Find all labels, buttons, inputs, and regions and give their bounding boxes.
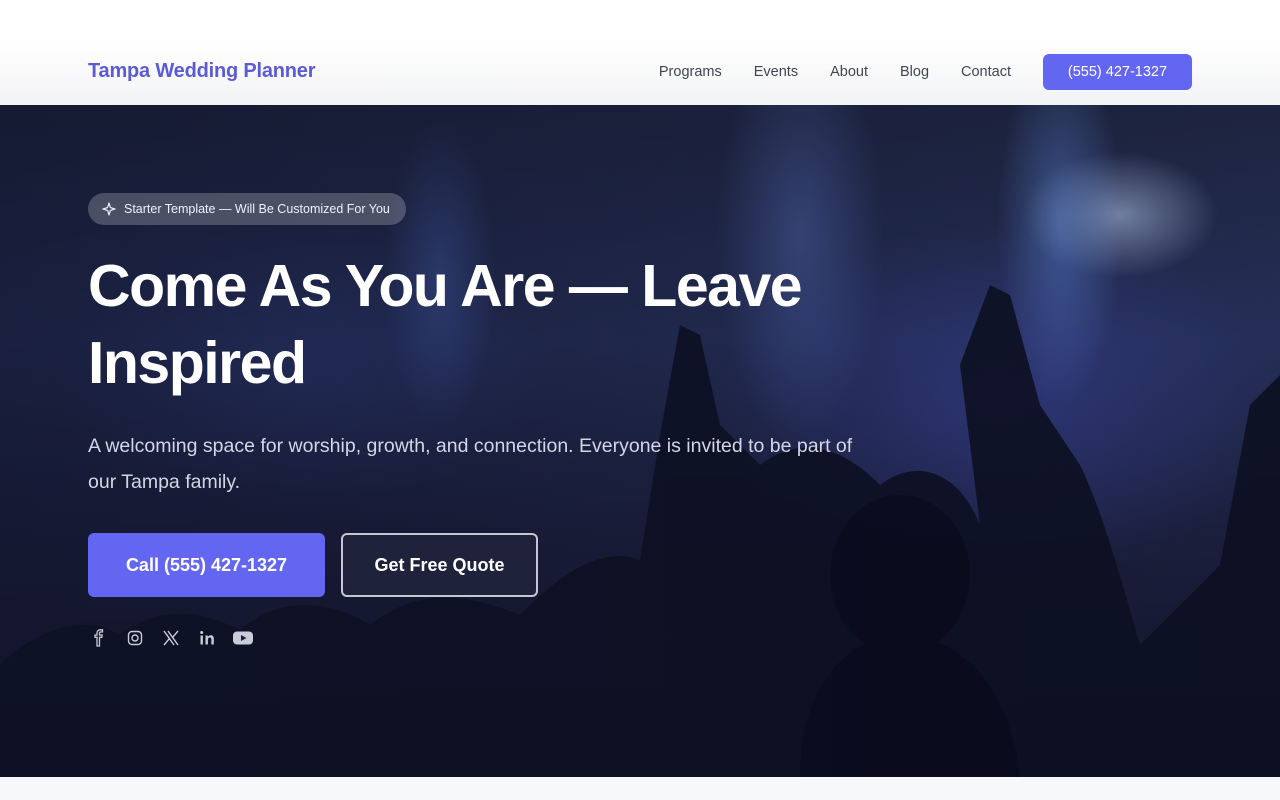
hero-headline: Come As You Are — Leave Inspired [88, 253, 803, 396]
nav-link-about[interactable]: About [830, 64, 868, 80]
nav-link-events[interactable]: Events [754, 64, 798, 80]
template-badge: Starter Template — Will Be Customized Fo… [88, 193, 406, 225]
hero-section: Starter Template — Will Be Customized Fo… [0, 105, 1280, 777]
navbar: Tampa Wedding Planner Programs Events Ab… [0, 40, 1280, 105]
brand-logo[interactable]: Tampa Wedding Planner [88, 60, 316, 83]
facebook-icon[interactable] [88, 627, 110, 649]
get-quote-button[interactable]: Get Free Quote [341, 533, 538, 597]
hero-subtext: A welcoming space for worship, growth, a… [88, 435, 853, 493]
badge-label: Starter Template — Will Be Customized Fo… [124, 202, 390, 216]
social-links [88, 627, 268, 649]
nav-link-contact[interactable]: Contact [961, 64, 1011, 80]
next-section-edge [0, 777, 1280, 800]
youtube-icon[interactable] [232, 627, 254, 649]
nav-link-blog[interactable]: Blog [900, 64, 929, 80]
linkedin-icon[interactable] [196, 627, 218, 649]
main-nav: Programs Events About Blog Contact (555)… [659, 54, 1192, 90]
nav-phone-button[interactable]: (555) 427-1327 [1043, 54, 1192, 90]
x-icon[interactable] [160, 627, 182, 649]
nav-link-programs[interactable]: Programs [659, 64, 722, 80]
instagram-icon[interactable] [124, 627, 146, 649]
call-button[interactable]: Call (555) 427-1327 [88, 533, 325, 597]
sparkle-icon [102, 202, 116, 216]
top-strip [0, 0, 1280, 41]
